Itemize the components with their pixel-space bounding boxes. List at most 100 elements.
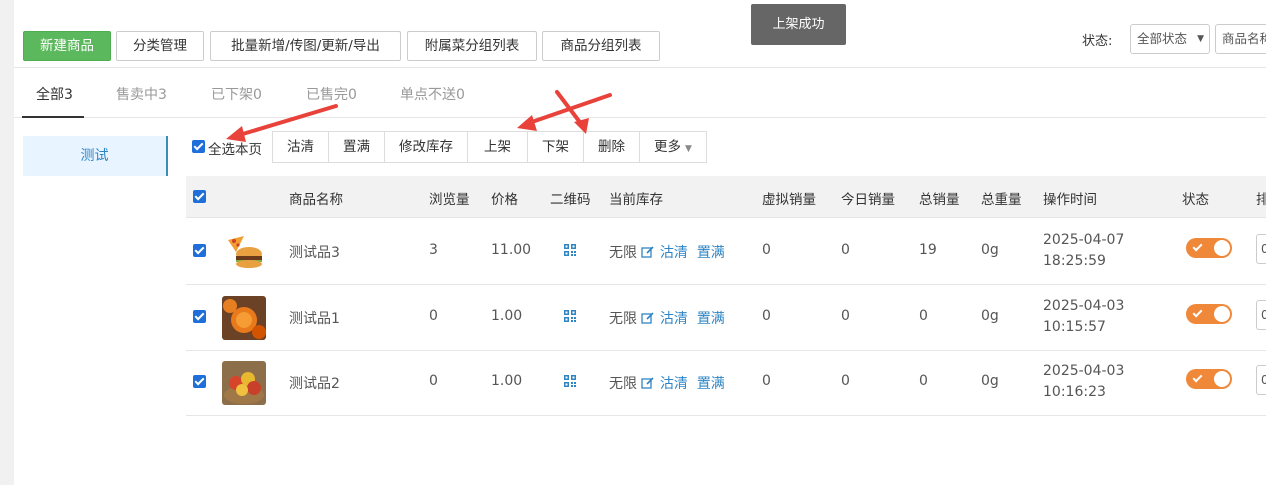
stock-value: 无限 (609, 245, 637, 261)
status-select[interactable]: 全部状态 ▼ (1130, 24, 1210, 54)
qrcode-icon[interactable] (564, 309, 576, 322)
op-clock: 10:15:57 (1043, 318, 1106, 335)
tab-sold-out[interactable]: 已售完0 (306, 84, 357, 104)
status-select-value: 全部状态 (1137, 31, 1188, 46)
product-name: 测试品2 (289, 376, 340, 392)
toggle-knob (1214, 240, 1230, 256)
table-header: 商品名称 浏览量 价格 二维码 当前库存 虚拟销量 今日销量 总销量 总重量 操… (186, 176, 1266, 218)
qrcode-cell[interactable] (564, 244, 576, 256)
clear-stock-link[interactable]: 沽清 (660, 245, 688, 261)
table-row: 测试品2 0 1.00 无限 沽清 置满 0 0 0 0g 2025-04-03 10:16:23… (186, 350, 1266, 416)
total-weight: 0g (981, 242, 999, 258)
fill-stock-button[interactable]: 置满 (329, 132, 385, 162)
today-sales: 0 (841, 307, 850, 324)
product-name: 测试品1 (289, 310, 340, 327)
apples-basket-image (222, 361, 266, 405)
status-toggle[interactable] (1186, 238, 1232, 258)
clear-stock-button[interactable]: 沽清 (273, 132, 329, 162)
pizza-burger-image (222, 230, 266, 274)
new-product-button[interactable]: 新建商品 (23, 31, 111, 61)
qrcode-icon[interactable] (564, 375, 576, 387)
status-toggle[interactable] (1186, 303, 1232, 324)
header-views[interactable]: 浏览量 (429, 188, 470, 208)
product-price: 11.00 (491, 242, 532, 258)
batch-action-bar: 沽清 置满 修改库存 上架 下架 删除 更多 ▼ (272, 131, 707, 163)
sort-input[interactable]: 0 (1256, 299, 1266, 330)
tab-all[interactable]: 全部3 (36, 84, 73, 104)
op-clock: 18:25:59 (1043, 253, 1106, 269)
search-field-select[interactable]: 商品名称 (1215, 24, 1266, 54)
take-off-shelf-button[interactable]: 下架 (528, 132, 584, 162)
op-clock: 10:16:23 (1043, 384, 1106, 400)
product-thumbnail[interactable] (222, 230, 266, 274)
header-total-sales[interactable]: 总销量 (919, 188, 960, 208)
op-time: 2025-04-07 18:25:59 (1043, 230, 1124, 272)
sidebar-category-test[interactable]: 测试 (23, 136, 168, 176)
header-name[interactable]: 商品名称 (289, 188, 343, 208)
clear-stock-link[interactable]: 沽清 (660, 376, 688, 392)
product-group-list-button[interactable]: 商品分组列表 (542, 31, 660, 61)
put-on-shelf-button[interactable]: 上架 (468, 132, 528, 162)
category-manage-button[interactable]: 分类管理 (116, 31, 204, 61)
op-date: 2025-04-03 (1043, 297, 1125, 314)
select-all-rows-checkbox[interactable] (193, 190, 206, 203)
clear-stock-link[interactable]: 沽清 (660, 311, 688, 327)
edit-icon[interactable] (641, 245, 655, 259)
stock-cell: 无限 沽清 置满 (609, 373, 725, 393)
tab-single-no-delivery[interactable]: 单点不送0 (400, 84, 465, 104)
qrcode-cell[interactable] (564, 309, 576, 322)
total-sales: 19 (919, 242, 937, 258)
header-op-time[interactable]: 操作时间 (1043, 188, 1097, 208)
product-views: 0 (429, 307, 438, 324)
row-checkbox[interactable] (193, 309, 206, 323)
select-page-checkbox[interactable] (192, 140, 205, 153)
more-dropdown-button[interactable]: 更多 ▼ (640, 132, 706, 162)
header-stock[interactable]: 当前库存 (609, 188, 663, 208)
fill-stock-link[interactable]: 置满 (697, 311, 725, 327)
row-checkbox[interactable] (193, 244, 206, 257)
status-tabs: 全部3 售卖中3 已下架0 已售完0 单点不送0 (14, 68, 1266, 118)
delete-button[interactable]: 删除 (584, 132, 640, 162)
op-date: 2025-04-03 (1043, 363, 1125, 379)
toggle-knob (1214, 305, 1230, 322)
qrcode-cell[interactable] (564, 375, 576, 387)
sort-input[interactable]: 0 (1256, 234, 1266, 264)
status-filter-label: 状态: (1082, 34, 1113, 49)
op-date: 2025-04-07 (1043, 232, 1125, 248)
total-sales: 0 (919, 307, 928, 324)
header-total-weight[interactable]: 总重量 (981, 188, 1022, 208)
check-icon (1192, 372, 1203, 383)
select-page-label[interactable]: 全选本页 (208, 138, 262, 158)
header-qrcode: 二维码 (550, 192, 591, 208)
today-sales: 0 (841, 242, 850, 258)
status-toggle[interactable] (1186, 369, 1232, 389)
active-tab-indicator (22, 116, 84, 118)
stock-value: 无限 (609, 376, 637, 392)
row-checkbox[interactable] (193, 375, 206, 388)
header-status: 状态 (1182, 192, 1209, 208)
fill-stock-link[interactable]: 置满 (697, 376, 725, 392)
batch-ops-button[interactable]: 批量新增/传图/更新/导出 (210, 31, 401, 61)
header-virtual-sales[interactable]: 虚拟销量 (762, 188, 816, 208)
addon-group-list-button[interactable]: 附属菜分组列表 (407, 31, 537, 61)
product-views: 0 (429, 373, 438, 389)
product-views: 3 (429, 242, 438, 258)
oranges-image (222, 295, 266, 340)
tab-on-sale[interactable]: 售卖中3 (116, 84, 167, 104)
product-thumbnail[interactable] (222, 295, 266, 340)
virtual-sales: 0 (762, 242, 771, 258)
header-price[interactable]: 价格 (491, 188, 518, 208)
edit-icon[interactable] (641, 376, 655, 390)
qrcode-icon[interactable] (564, 244, 576, 256)
sort-input[interactable]: 0 (1256, 365, 1266, 395)
edit-stock-button[interactable]: 修改库存 (385, 132, 468, 162)
stock-value: 无限 (609, 310, 637, 327)
header-today-sales[interactable]: 今日销量 (841, 188, 895, 208)
edit-icon[interactable] (641, 311, 655, 325)
header-sort[interactable]: 排 (1256, 188, 1266, 208)
tab-off-shelf[interactable]: 已下架0 (211, 84, 262, 104)
fill-stock-link[interactable]: 置满 (697, 245, 725, 261)
op-time: 2025-04-03 10:15:57 (1043, 296, 1124, 338)
product-thumbnail[interactable] (222, 361, 266, 405)
stock-cell: 无限 沽清 置满 (609, 308, 725, 328)
